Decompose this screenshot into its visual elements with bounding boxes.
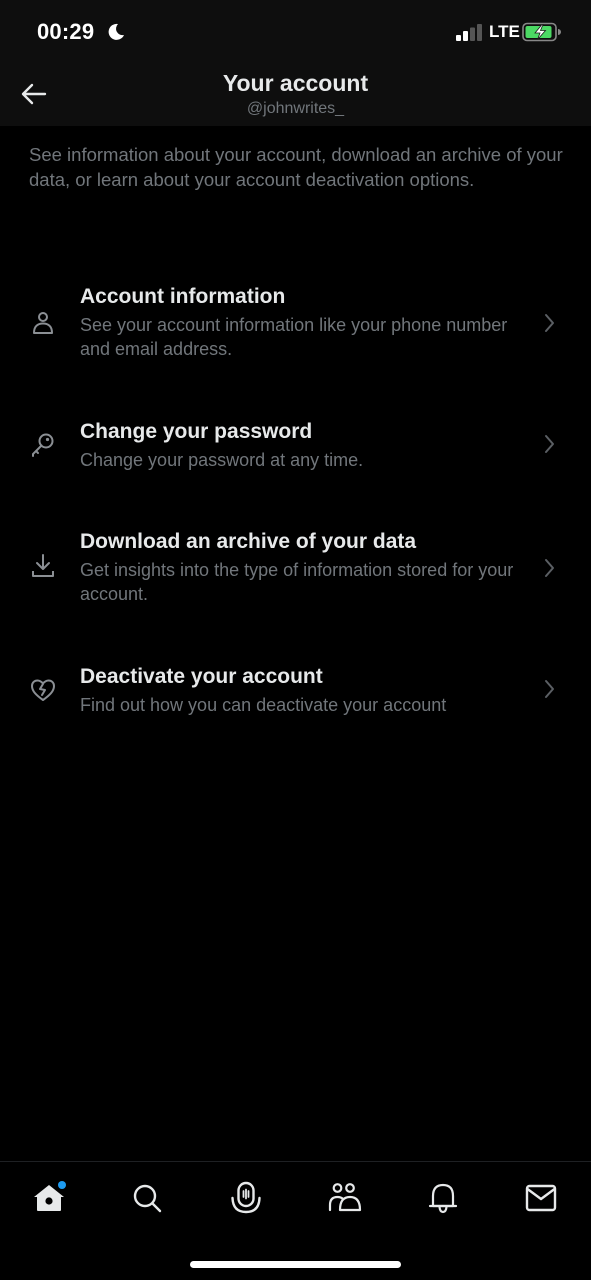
- menu-item-label: Download an archive of your data: [80, 530, 417, 553]
- spaces-icon: [231, 1181, 261, 1214]
- tab-spaces[interactable]: [224, 1176, 268, 1220]
- menu-item-deactivate-account[interactable]: Deactivate your account Find out how you…: [0, 665, 591, 721]
- search-icon: [133, 1184, 162, 1213]
- menu-item-description: Change your password at any time.: [80, 450, 364, 470]
- tab-search[interactable]: [125, 1176, 169, 1220]
- broken-heart-icon: [31, 679, 55, 701]
- menu-item-account-information[interactable]: Account information See your account inf…: [0, 285, 591, 365]
- chevron-right-icon: [545, 314, 554, 332]
- menu-item-download-archive[interactable]: Download an archive of your data Get ins…: [0, 530, 591, 610]
- messages-icon: [525, 1184, 557, 1212]
- tab-home[interactable]: [27, 1176, 71, 1220]
- intro-text: See information about your account, down…: [29, 144, 563, 190]
- tab-communities[interactable]: [322, 1176, 366, 1220]
- notification-badge: [58, 1181, 66, 1189]
- signal-icon: [456, 24, 482, 41]
- nav-header: Your account @johnwrites_: [0, 64, 591, 126]
- account-handle: @johnwrites_: [246, 100, 345, 117]
- menu-item-label: Change your password: [80, 420, 313, 443]
- battery-charging-icon: [522, 22, 561, 42]
- person-icon: [33, 312, 53, 334]
- menu-item-description: Get insights into the type of informatio…: [80, 560, 514, 604]
- status-time: 00:29: [37, 19, 95, 44]
- page-title: Your account: [222, 70, 369, 96]
- tab-notifications[interactable]: [421, 1176, 465, 1220]
- network-label: LTE: [489, 22, 520, 41]
- key-icon: [32, 433, 54, 457]
- menu-item-label: Deactivate your account: [80, 665, 323, 688]
- home-indicator[interactable]: [190, 1261, 401, 1268]
- menu-item-label: Account information: [80, 285, 286, 308]
- moon-icon: [108, 23, 124, 40]
- home-icon: [34, 1181, 66, 1211]
- notifications-icon: [428, 1183, 458, 1214]
- communities-icon: [328, 1183, 362, 1212]
- download-icon: [32, 554, 54, 577]
- menu-item-description: See your account information like your p…: [80, 315, 508, 359]
- chevron-right-icon: [545, 435, 554, 453]
- chevron-right-icon: [545, 559, 554, 577]
- menu-item-description: Find out how you can deactivate your acc…: [80, 695, 447, 715]
- tab-messages[interactable]: [519, 1176, 563, 1220]
- menu-item-change-password[interactable]: Change your password Change your passwor…: [0, 420, 591, 476]
- status-bar: 00:29 LTE: [0, 0, 591, 64]
- chevron-right-icon: [545, 680, 554, 698]
